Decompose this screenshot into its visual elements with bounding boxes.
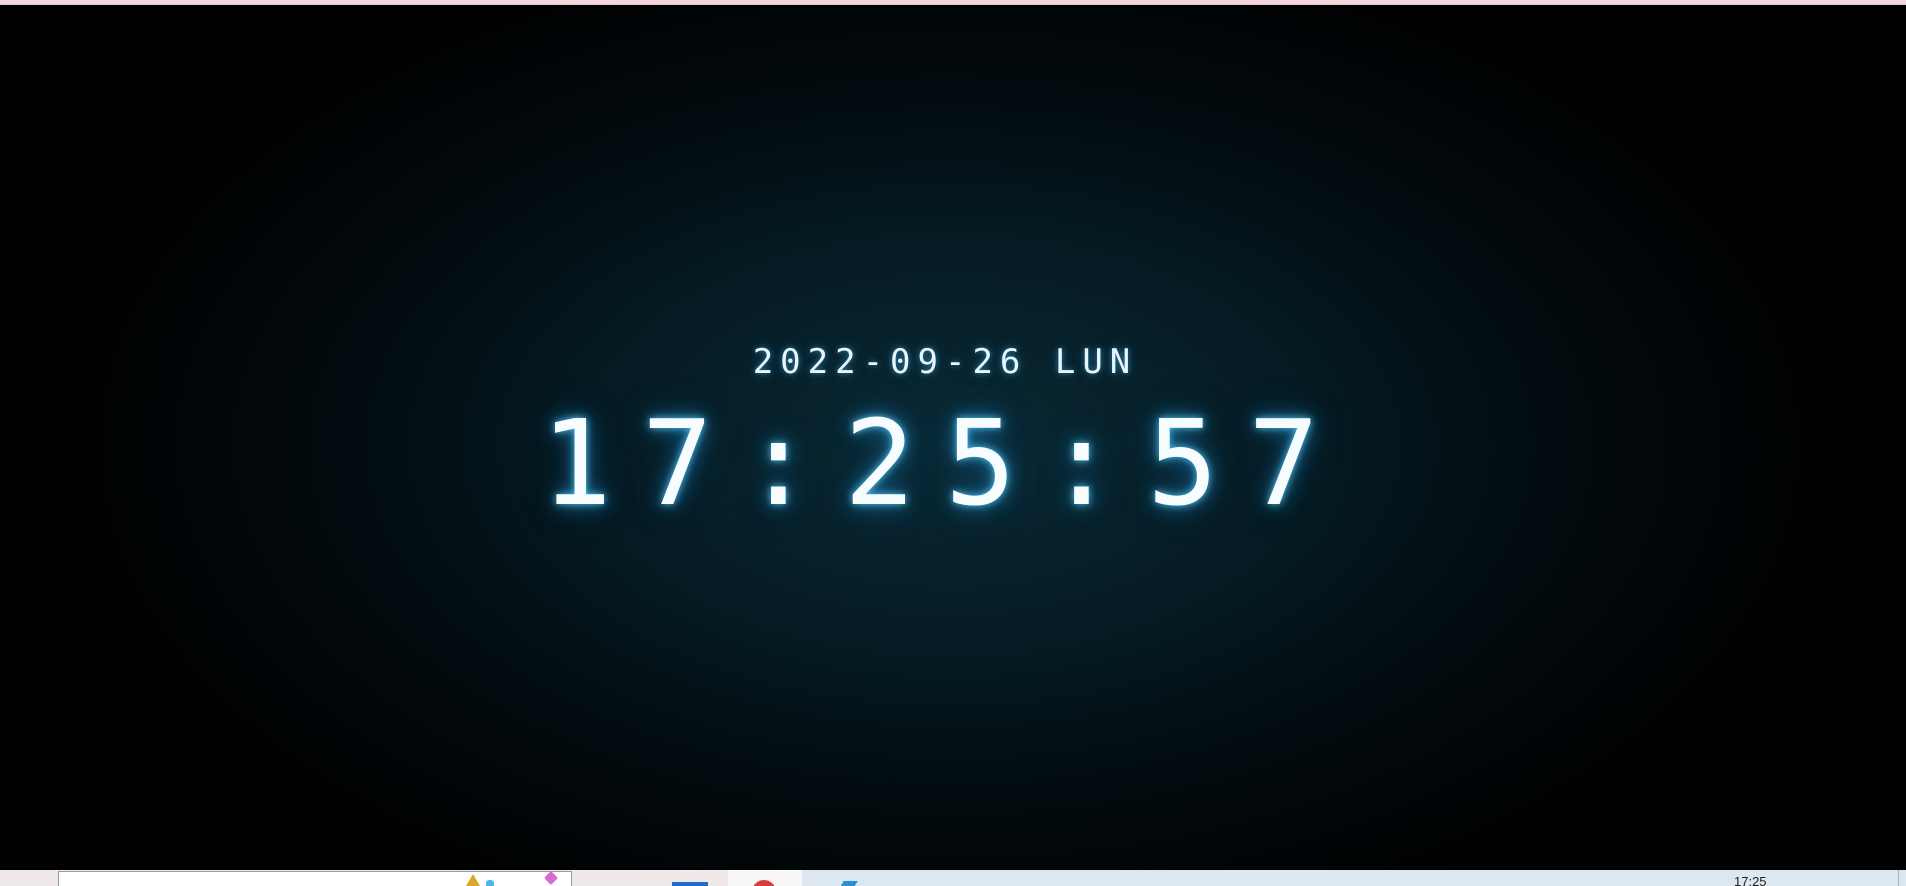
taskbar-search-box[interactable]	[58, 871, 572, 886]
clock-time: 17:25:57	[540, 394, 1350, 532]
taskbar-clock[interactable]: 17:25	[1734, 875, 1767, 886]
warning-icon[interactable]	[466, 874, 480, 886]
clock-stage: 2022-09-26 LUN 17:25:57	[0, 5, 1906, 870]
show-desktop-button[interactable]	[1898, 870, 1906, 886]
clock-date: 2022-09-26 LUN	[752, 342, 1138, 382]
cloud-icon[interactable]	[486, 880, 494, 886]
taskbar: 17:25	[0, 870, 1906, 886]
app-blue-icon[interactable]	[672, 882, 708, 886]
edge-icon[interactable]	[840, 881, 858, 886]
